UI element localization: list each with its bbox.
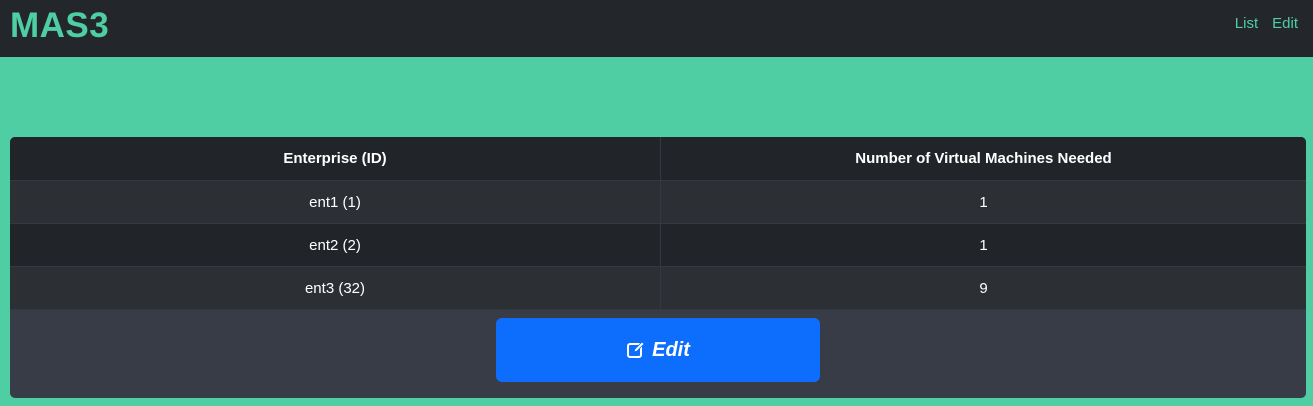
enterprise-cell: ent1 (1)	[10, 180, 661, 224]
enterprise-table: Enterprise (ID) Number of Virtual Machin…	[10, 137, 1306, 310]
nav-link-edit[interactable]: Edit	[1272, 14, 1298, 34]
enterprise-table-card: Enterprise (ID) Number of Virtual Machin…	[10, 137, 1306, 398]
edit-button[interactable]: Edit	[496, 318, 820, 382]
vm-count-cell: 9	[660, 266, 1306, 310]
table-row: ent3 (32) 9	[10, 266, 1306, 310]
edit-icon	[626, 340, 646, 360]
enterprise-cell: ent3 (32)	[10, 266, 661, 310]
navbar: MAS3 List Edit	[0, 0, 1313, 57]
table-header-row: Enterprise (ID) Number of Virtual Machin…	[10, 137, 1306, 181]
brand-title[interactable]: MAS3	[10, 4, 109, 48]
edit-button-label: Edit	[652, 338, 690, 361]
column-header-vm-count: Number of Virtual Machines Needed	[660, 137, 1306, 181]
vm-count-cell: 1	[660, 180, 1306, 224]
column-header-enterprise: Enterprise (ID)	[10, 137, 661, 181]
enterprise-cell: ent2 (2)	[10, 223, 661, 267]
vm-count-cell: 1	[660, 223, 1306, 267]
nav-link-list[interactable]: List	[1235, 14, 1258, 34]
table-row: ent1 (1) 1	[10, 180, 1306, 224]
nav-links: List Edit	[1235, 14, 1298, 34]
table-row: ent2 (2) 1	[10, 223, 1306, 267]
